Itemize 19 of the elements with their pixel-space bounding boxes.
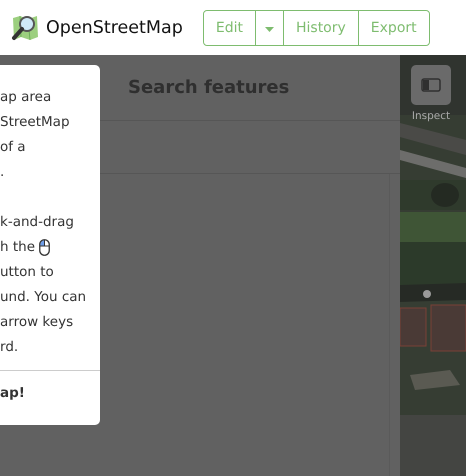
help-heading: ap! — [0, 385, 25, 401]
logo-icon[interactable] — [11, 13, 40, 42]
mouse-icon — [39, 239, 50, 256]
nav-button[interactable]: Export — [358, 10, 429, 44]
site-title[interactable]: OpenStreetMap — [46, 18, 183, 38]
help-text: rd. — [0, 338, 18, 357]
inspect-button[interactable] — [411, 65, 451, 105]
help-text: . — [0, 163, 4, 182]
help-text: StreetMap — [0, 113, 70, 132]
sidebar-toggle-icon — [421, 78, 441, 92]
help-text: und. You can — [0, 288, 86, 307]
help-text: utton to — [0, 263, 54, 282]
help-text: h the — [0, 238, 36, 257]
help-text: ap area — [0, 88, 52, 107]
caret-icon — [264, 26, 274, 32]
inspect-label: Inspect — [412, 110, 450, 122]
help-text: arrow keys — [0, 313, 74, 332]
help-text: of a — [0, 138, 26, 157]
help-text: k-and-drag — [0, 213, 74, 232]
